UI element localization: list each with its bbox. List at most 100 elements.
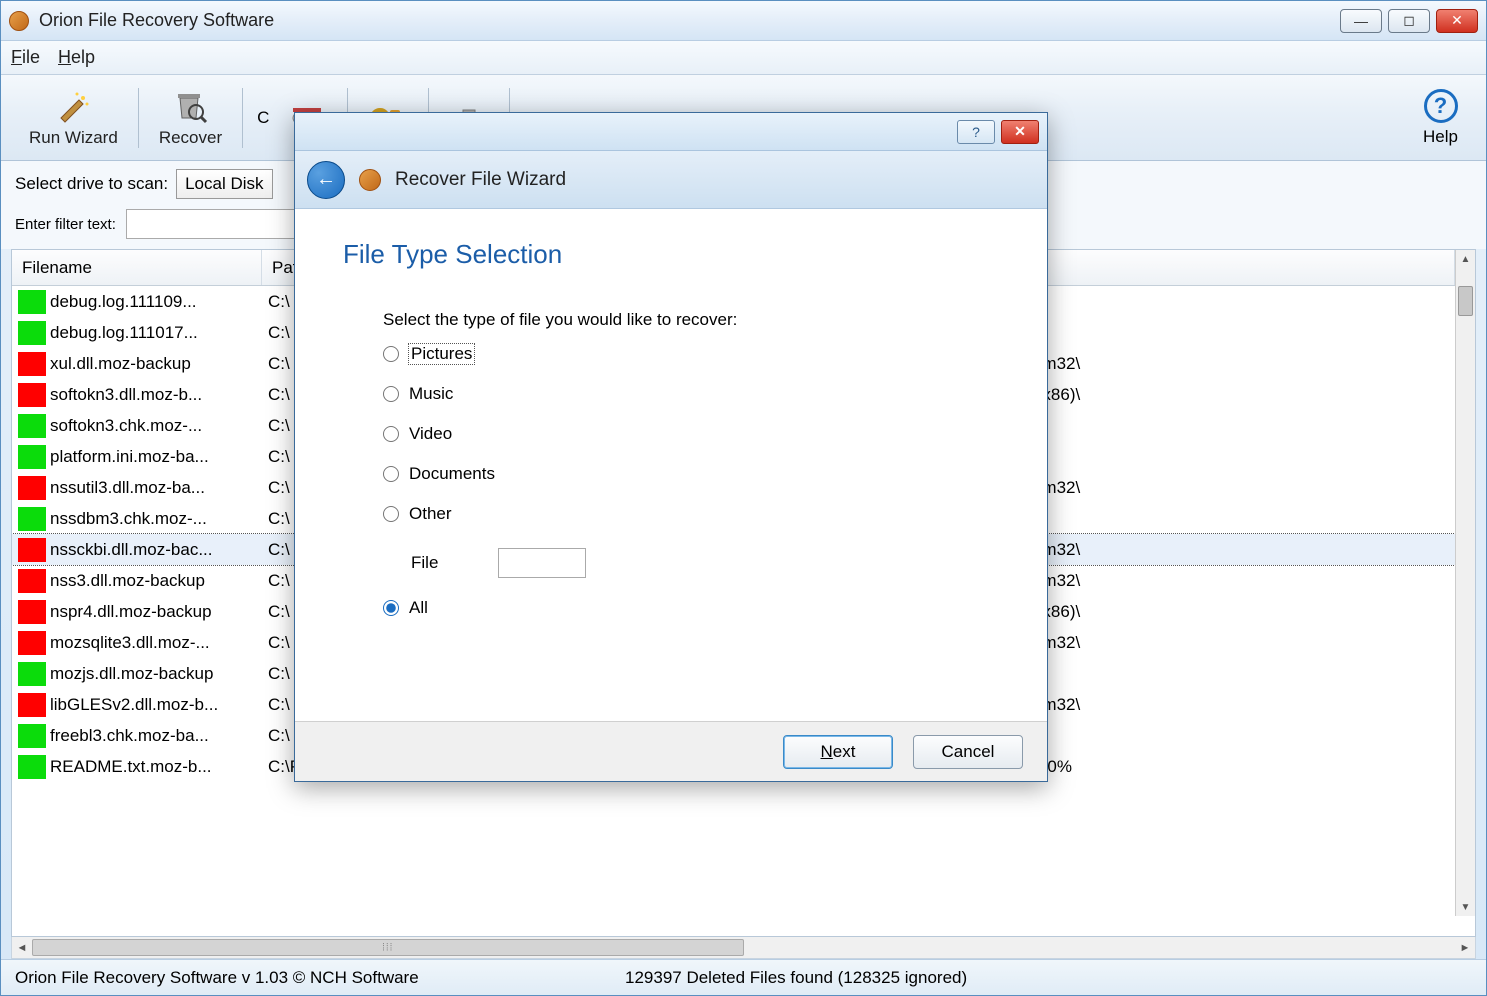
status-icon <box>18 507 46 531</box>
cell-filename: softokn3.chk.moz-... <box>50 416 202 436</box>
cell-filename: nssutil3.dll.moz-ba... <box>50 478 205 498</box>
radio-pictures-row[interactable]: Pictures <box>383 344 991 364</box>
status-version: Orion File Recovery Software v 1.03 © NC… <box>15 968 625 988</box>
dialog-heading: File Type Selection <box>343 239 991 270</box>
minimize-button[interactable]: — <box>1340 9 1382 33</box>
scroll-left-icon[interactable]: ◄ <box>12 937 32 958</box>
help-label: Help <box>1423 127 1458 147</box>
scroll-right-icon[interactable]: ► <box>1455 937 1475 958</box>
scroll-thumb[interactable] <box>1458 286 1473 316</box>
radio-music[interactable] <box>383 386 399 402</box>
app-icon <box>9 11 29 31</box>
maximize-button[interactable]: ◻ <box>1388 9 1430 33</box>
cell-filename: freebl3.chk.moz-ba... <box>50 726 209 746</box>
titlebar: Orion File Recovery Software — ◻ ✕ <box>1 1 1486 41</box>
radio-documents-label: Documents <box>409 464 495 484</box>
trash-search-icon <box>172 88 208 124</box>
dialog-help-button[interactable]: ? <box>957 120 995 144</box>
menu-help[interactable]: Help <box>58 47 95 68</box>
filter-label: Enter filter text: <box>15 216 116 233</box>
radio-documents[interactable] <box>383 466 399 482</box>
status-count: 129397 Deleted Files found (128325 ignor… <box>625 968 967 988</box>
close-button[interactable]: ✕ <box>1436 9 1478 33</box>
dialog-header: ← Recover File Wizard <box>295 151 1047 209</box>
cell-filename: debug.log.111109... <box>50 292 197 312</box>
status-icon <box>18 538 46 562</box>
status-icon <box>18 414 46 438</box>
status-icon <box>18 352 46 376</box>
cell-filename: nspr4.dll.moz-backup <box>50 602 212 622</box>
run-wizard-button[interactable]: Run Wizard <box>11 82 136 154</box>
cell-filename: mozjs.dll.moz-backup <box>50 664 213 684</box>
file-ext-input[interactable] <box>498 548 586 578</box>
horizontal-scrollbar[interactable]: ◄ ⁞⁞⁞ ► <box>11 937 1476 959</box>
file-ext-label: File <box>411 553 438 573</box>
menubar: File Help <box>1 41 1486 75</box>
window-title: Orion File Recovery Software <box>39 10 1340 31</box>
radio-pictures-label: Pictures <box>409 344 474 364</box>
cell-filename: README.txt.moz-b... <box>50 757 212 777</box>
radio-video[interactable] <box>383 426 399 442</box>
cell-filename: libGLESv2.dll.moz-b... <box>50 695 218 715</box>
recover-wizard-dialog: ? ✕ ← Recover File Wizard File Type Sele… <box>294 112 1048 782</box>
radio-all-label: All <box>409 598 428 618</box>
run-wizard-label: Run Wizard <box>29 128 118 148</box>
radio-music-row[interactable]: Music <box>383 384 991 404</box>
next-button[interactable]: Next <box>783 735 893 769</box>
status-icon <box>18 445 46 469</box>
cell-filename: nss3.dll.moz-backup <box>50 571 205 591</box>
select-drive-label: Select drive to scan: <box>15 174 168 194</box>
status-icon <box>18 321 46 345</box>
dialog-close-button[interactable]: ✕ <box>1001 120 1039 144</box>
status-icon <box>18 631 46 655</box>
cell-filename: nssckbi.dll.moz-bac... <box>50 540 213 560</box>
vertical-scrollbar[interactable]: ▲ ▼ <box>1455 250 1475 916</box>
status-icon <box>18 693 46 717</box>
radio-video-label: Video <box>409 424 452 444</box>
dialog-footer: Next Cancel <box>295 721 1047 781</box>
radio-video-row[interactable]: Video <box>383 424 991 444</box>
status-icon <box>18 290 46 314</box>
radio-other-row[interactable]: Other <box>383 504 991 524</box>
status-icon <box>18 724 46 748</box>
scroll-down-icon[interactable]: ▼ <box>1456 898 1475 916</box>
radio-documents-row[interactable]: Documents <box>383 464 991 484</box>
radio-all-row[interactable]: All <box>383 598 991 618</box>
radio-pictures[interactable] <box>383 346 399 362</box>
cell-filename: xul.dll.moz-backup <box>50 354 191 374</box>
cell-filename: nssdbm3.chk.moz-... <box>50 509 207 529</box>
recover-button[interactable]: Recover <box>141 82 240 154</box>
dialog-title: Recover File Wizard <box>395 169 566 191</box>
menu-file[interactable]: File <box>11 47 40 68</box>
filter-input[interactable] <box>126 209 306 239</box>
file-ext-row: File <box>411 548 991 578</box>
radio-other-label: Other <box>409 504 452 524</box>
dialog-prompt: Select the type of file you would like t… <box>383 310 991 330</box>
arrow-left-icon: ← <box>316 168 336 191</box>
cell-filename: mozsqlite3.dll.moz-... <box>50 633 210 653</box>
status-icon <box>18 600 46 624</box>
cell-filename: softokn3.dll.moz-b... <box>50 385 202 405</box>
toolbar-divider <box>242 88 243 148</box>
status-icon <box>18 662 46 686</box>
cancel-button[interactable]: Cancel <box>913 735 1023 769</box>
drive-select[interactable]: Local Disk <box>176 169 272 199</box>
toolbar-divider <box>138 88 139 148</box>
partial-button-c: C <box>245 108 269 128</box>
back-button[interactable]: ← <box>307 161 345 199</box>
dialog-app-icon <box>359 169 381 191</box>
scroll-up-icon[interactable]: ▲ <box>1456 250 1475 268</box>
status-icon <box>18 383 46 407</box>
file-type-radio-group: Pictures Music Video Documents Other Fil… <box>383 344 991 618</box>
radio-other[interactable] <box>383 506 399 522</box>
radio-all[interactable] <box>383 600 399 616</box>
help-button[interactable]: ? Help <box>1405 83 1476 153</box>
cell-filename: debug.log.111017... <box>50 323 198 343</box>
wand-icon <box>55 88 91 124</box>
th-filename[interactable]: Filename <box>12 250 262 285</box>
hscroll-thumb[interactable]: ⁞⁞⁞ <box>32 939 744 956</box>
dialog-titlebar: ? ✕ <box>295 113 1047 151</box>
radio-music-label: Music <box>409 384 453 404</box>
status-icon <box>18 569 46 593</box>
statusbar: Orion File Recovery Software v 1.03 © NC… <box>1 959 1486 995</box>
